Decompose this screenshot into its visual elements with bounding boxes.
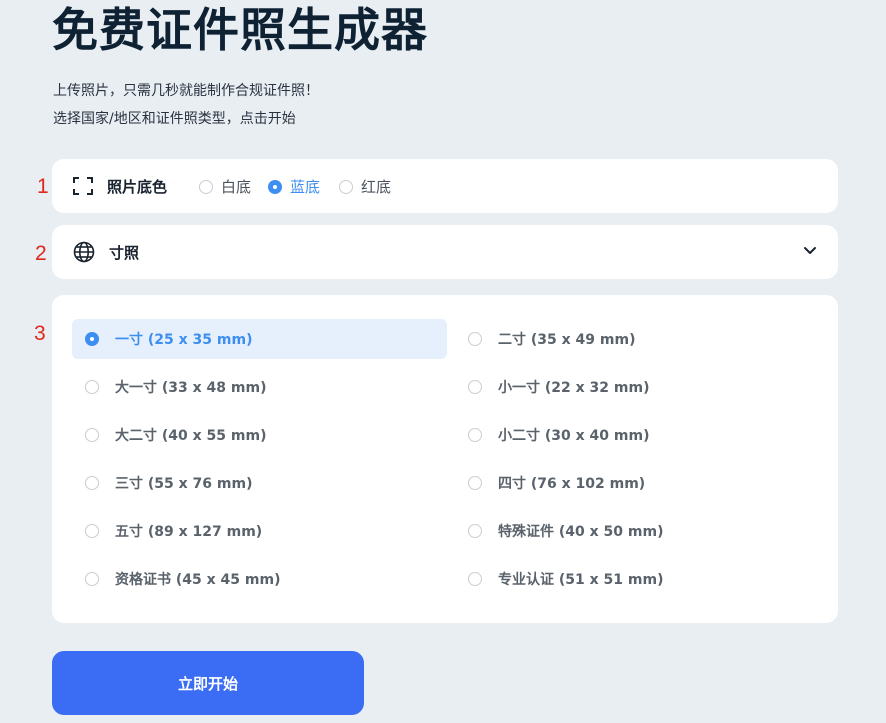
size-option-label: 专业认证 (51 x 51 mm) (498, 572, 664, 588)
radio-special-id[interactable] (468, 524, 482, 538)
size-option-3-inch[interactable]: 三寸 (55 x 76 mm) (72, 463, 447, 503)
size-option-label: 大二寸 (40 x 55 mm) (115, 428, 267, 444)
bg-option-red-label: 红底 (361, 178, 392, 196)
size-option-label: 资格证书 (45 x 45 mm) (115, 572, 281, 588)
radio-3-inch[interactable] (85, 476, 99, 490)
size-option-large-2-inch[interactable]: 大二寸 (40 x 55 mm) (72, 415, 447, 455)
subtitle-line-2: 选择国家/地区和证件照类型，点击开始 (53, 111, 296, 127)
radio-1-inch[interactable] (85, 332, 99, 346)
annotation-marker-3: 3 (34, 322, 46, 345)
radio-small-2-inch[interactable] (468, 428, 482, 442)
size-option-4-inch[interactable]: 四寸 (76 x 102 mm) (455, 463, 830, 503)
size-option-small-2-inch[interactable]: 小二寸 (30 x 40 mm) (455, 415, 830, 455)
size-option-qualification-cert[interactable]: 资格证书 (45 x 45 mm) (72, 559, 447, 599)
size-option-label: 特殊证件 (40 x 50 mm) (498, 524, 664, 540)
annotation-marker-1: 1 (37, 175, 49, 198)
frame-icon (73, 177, 93, 195)
radio-small-1-inch[interactable] (468, 380, 482, 394)
size-type-select[interactable]: 寸照 (52, 225, 838, 279)
background-color-card: 照片底色 白底 蓝底 红底 (52, 159, 838, 213)
size-option-2-inch[interactable]: 二寸 (35 x 49 mm) (455, 319, 830, 359)
bg-option-blue[interactable]: 蓝底 (268, 176, 320, 197)
size-option-label: 小一寸 (22 x 32 mm) (498, 380, 650, 396)
size-options-card: 一寸 (25 x 35 mm) 二寸 (35 x 49 mm) 大一寸 (33 … (52, 295, 838, 623)
size-option-label: 五寸 (89 x 127 mm) (115, 524, 263, 540)
radio-large-1-inch[interactable] (85, 380, 99, 394)
radio-white[interactable] (199, 179, 213, 194)
bg-option-white[interactable]: 白底 (199, 176, 251, 197)
background-color-label: 照片底色 (107, 178, 168, 196)
subtitle-line-1: 上传照片，只需几秒就能制作合规证件照！ (53, 83, 319, 99)
size-option-5-inch[interactable]: 五寸 (89 x 127 mm) (72, 511, 447, 551)
start-button[interactable]: 立即开始 (52, 651, 364, 715)
size-option-label: 四寸 (76 x 102 mm) (498, 476, 646, 492)
size-option-small-1-inch[interactable]: 小一寸 (22 x 32 mm) (455, 367, 830, 407)
size-type-label: 寸照 (109, 244, 140, 262)
page-title: 免费证件照生成器 (52, 3, 428, 57)
radio-professional-cert[interactable] (468, 572, 482, 586)
radio-large-2-inch[interactable] (85, 428, 99, 442)
size-option-label: 小二寸 (30 x 40 mm) (498, 428, 650, 444)
bg-option-blue-label: 蓝底 (290, 178, 321, 196)
size-option-label: 三寸 (55 x 76 mm) (115, 476, 253, 492)
globe-icon (73, 241, 95, 263)
size-option-1-inch[interactable]: 一寸 (25 x 35 mm) (72, 319, 447, 359)
radio-blue[interactable] (268, 179, 282, 194)
radio-4-inch[interactable] (468, 476, 482, 490)
bg-option-red[interactable]: 红底 (339, 176, 391, 197)
radio-qualification-cert[interactable] (85, 572, 99, 586)
size-option-label: 一寸 (25 x 35 mm) (115, 332, 253, 348)
annotation-marker-2: 2 (35, 242, 47, 265)
bg-option-white-label: 白底 (221, 178, 252, 196)
radio-5-inch[interactable] (85, 524, 99, 538)
size-option-professional-cert[interactable]: 专业认证 (51 x 51 mm) (455, 559, 830, 599)
radio-2-inch[interactable] (468, 332, 482, 346)
size-option-label: 大一寸 (33 x 48 mm) (115, 380, 267, 396)
size-option-special-id[interactable]: 特殊证件 (40 x 50 mm) (455, 511, 830, 551)
size-option-label: 二寸 (35 x 49 mm) (498, 332, 636, 348)
chevron-down-icon[interactable] (803, 246, 817, 256)
size-option-large-1-inch[interactable]: 大一寸 (33 x 48 mm) (72, 367, 447, 407)
radio-red[interactable] (339, 179, 353, 194)
